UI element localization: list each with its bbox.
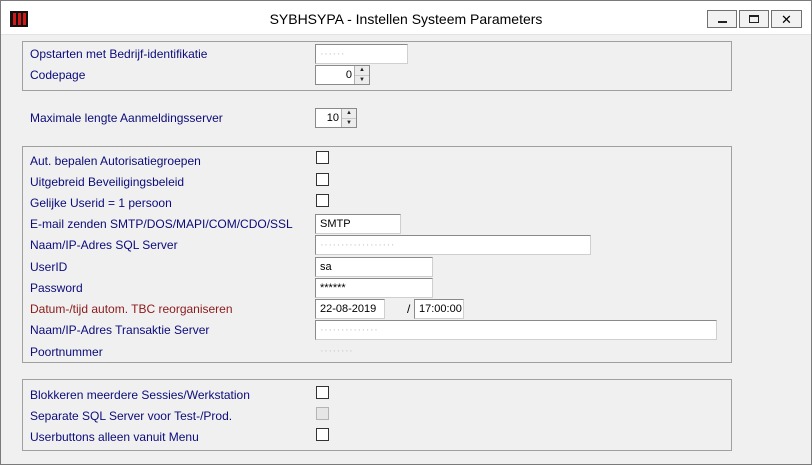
codepage-stepper[interactable]: 0 ▲ ▼	[315, 65, 370, 85]
email-label: E-mail zenden SMTP/DOS/MAPI/COM/CDO/SSL	[30, 217, 293, 231]
main-window: SYBHSYPA - Instellen Systeem Parameters …	[0, 0, 812, 465]
beveiliging-label: Uitgebreid Beveiligingsbeleid	[30, 175, 185, 189]
minimize-icon	[717, 21, 727, 23]
lengte-label: Maximale lengte Aanmeldingsserver	[30, 111, 223, 125]
tbc-label: Datum-/tijd autom. TBC reorganiseren	[30, 302, 233, 316]
sqlserver-field[interactable]: ··················	[315, 235, 591, 255]
close-button[interactable]: ✕	[771, 10, 802, 28]
userid-label: UserID	[30, 260, 68, 274]
lengte-stepper[interactable]: 10 ▲ ▼	[315, 108, 357, 128]
maximize-icon	[749, 15, 759, 23]
codepage-label: Codepage	[30, 68, 86, 82]
spin-down-icon[interactable]: ▼	[342, 118, 356, 127]
window-title: SYBHSYPA - Instellen Systeem Parameters	[269, 11, 543, 27]
spin-up-icon[interactable]: ▲	[342, 109, 356, 118]
bedrijf-field[interactable]: ······	[315, 44, 408, 64]
tbc-separator: /	[407, 302, 411, 316]
sessies-checkbox[interactable]	[316, 386, 329, 399]
maximize-button[interactable]	[739, 10, 769, 28]
codepage-value: 0	[345, 69, 352, 81]
sqlserver-label: Naam/IP-Adres SQL Server	[30, 238, 178, 252]
userbuttons-checkbox[interactable]	[316, 428, 329, 441]
testprod-label: Separate SQL Server voor Test-/Prod.	[30, 409, 233, 423]
testprod-checkbox[interactable]	[316, 407, 329, 420]
userid-persoon-checkbox[interactable]	[316, 194, 329, 207]
password-field[interactable]: ******	[315, 278, 433, 298]
spin-down-icon[interactable]: ▼	[355, 75, 369, 84]
bedrijf-label: Opstarten met Bedrijf-identifikatie	[30, 47, 208, 61]
tbc-date-field[interactable]: 22-08-2019	[315, 299, 385, 319]
transaktie-field[interactable]: ··············	[315, 320, 717, 340]
title-bar[interactable]: SYBHSYPA - Instellen Systeem Parameters …	[1, 1, 811, 35]
userid-persoon-label: Gelijke Userid = 1 persoon	[30, 196, 172, 210]
autorisatie-label: Aut. bepalen Autorisatiegroepen	[30, 154, 201, 168]
beveiliging-checkbox[interactable]	[316, 173, 329, 186]
tbc-time-field[interactable]: 17:00:00	[414, 299, 464, 319]
poort-label: Poortnummer	[30, 345, 103, 359]
spin-up-icon[interactable]: ▲	[355, 66, 369, 75]
userbuttons-label: Userbuttons alleen vanuit Menu	[30, 430, 199, 444]
sessies-label: Blokkeren meerdere Sessies/Werkstation	[30, 388, 250, 402]
minimize-button[interactable]	[707, 10, 737, 28]
lengte-value: 10	[326, 112, 339, 124]
transaktie-label: Naam/IP-Adres Transaktie Server	[30, 323, 210, 337]
userid-field[interactable]: sa	[315, 257, 433, 277]
codepage-arrows[interactable]: ▲ ▼	[354, 66, 369, 84]
email-field[interactable]: SMTP	[315, 214, 401, 234]
lengte-arrows[interactable]: ▲ ▼	[341, 109, 356, 127]
password-label: Password	[30, 281, 83, 295]
close-icon: ✕	[781, 11, 792, 27]
poort-field[interactable]: ········	[315, 341, 395, 361]
autorisatie-checkbox[interactable]	[316, 151, 329, 164]
